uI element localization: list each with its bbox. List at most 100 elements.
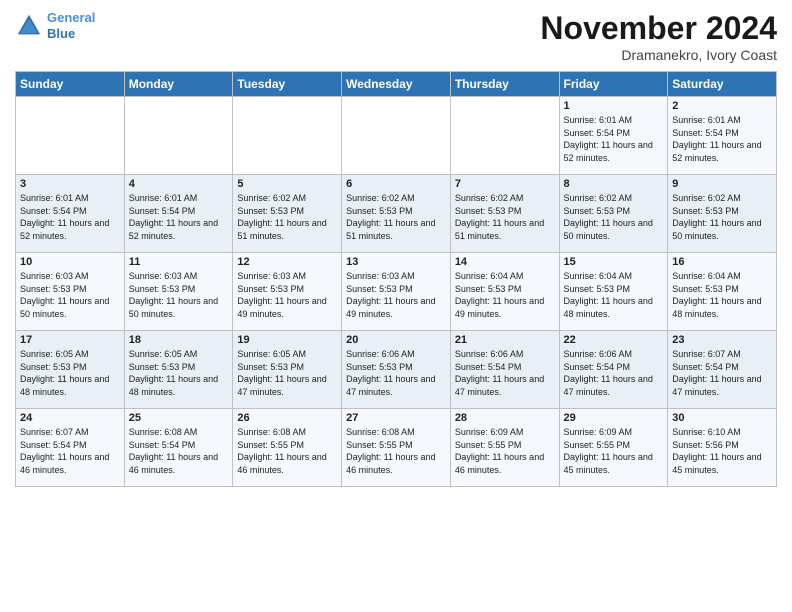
calendar-week-3: 10 Sunrise: 6:03 AM Sunset: 5:53 PM Dayl… [16,253,777,331]
calendar-cell: 2 Sunrise: 6:01 AM Sunset: 5:54 PM Dayli… [668,97,777,175]
calendar-cell: 29 Sunrise: 6:09 AM Sunset: 5:55 PM Dayl… [559,409,668,487]
day-info: Sunrise: 6:01 AM Sunset: 5:54 PM Dayligh… [129,192,229,242]
calendar-cell: 8 Sunrise: 6:02 AM Sunset: 5:53 PM Dayli… [559,175,668,253]
calendar-cell: 21 Sunrise: 6:06 AM Sunset: 5:54 PM Dayl… [450,331,559,409]
calendar-cell [342,97,451,175]
subtitle: Dramanekro, Ivory Coast [540,47,777,63]
day-number: 21 [455,334,555,346]
day-info: Sunrise: 6:04 AM Sunset: 5:53 PM Dayligh… [455,270,555,320]
day-info: Sunrise: 6:09 AM Sunset: 5:55 PM Dayligh… [564,426,664,476]
day-number: 12 [237,256,337,268]
calendar-week-4: 17 Sunrise: 6:05 AM Sunset: 5:53 PM Dayl… [16,331,777,409]
calendar-cell: 18 Sunrise: 6:05 AM Sunset: 5:53 PM Dayl… [124,331,233,409]
calendar-cell: 7 Sunrise: 6:02 AM Sunset: 5:53 PM Dayli… [450,175,559,253]
calendar-cell: 14 Sunrise: 6:04 AM Sunset: 5:53 PM Dayl… [450,253,559,331]
day-info: Sunrise: 6:01 AM Sunset: 5:54 PM Dayligh… [564,114,664,164]
day-info: Sunrise: 6:07 AM Sunset: 5:54 PM Dayligh… [672,348,772,398]
calendar-cell: 6 Sunrise: 6:02 AM Sunset: 5:53 PM Dayli… [342,175,451,253]
day-info: Sunrise: 6:05 AM Sunset: 5:53 PM Dayligh… [20,348,120,398]
day-number: 24 [20,412,120,424]
calendar-week-2: 3 Sunrise: 6:01 AM Sunset: 5:54 PM Dayli… [16,175,777,253]
day-info: Sunrise: 6:05 AM Sunset: 5:53 PM Dayligh… [129,348,229,398]
logo-line2: Blue [47,26,75,41]
calendar-cell: 28 Sunrise: 6:09 AM Sunset: 5:55 PM Dayl… [450,409,559,487]
calendar-cell: 16 Sunrise: 6:04 AM Sunset: 5:53 PM Dayl… [668,253,777,331]
day-info: Sunrise: 6:03 AM Sunset: 5:53 PM Dayligh… [346,270,446,320]
day-number: 25 [129,412,229,424]
day-number: 18 [129,334,229,346]
month-title: November 2024 [540,10,777,47]
col-sunday: Sunday [16,72,125,97]
day-info: Sunrise: 6:02 AM Sunset: 5:53 PM Dayligh… [455,192,555,242]
day-info: Sunrise: 6:06 AM Sunset: 5:54 PM Dayligh… [564,348,664,398]
day-info: Sunrise: 6:10 AM Sunset: 5:56 PM Dayligh… [672,426,772,476]
calendar-cell: 9 Sunrise: 6:02 AM Sunset: 5:53 PM Dayli… [668,175,777,253]
day-number: 10 [20,256,120,268]
day-info: Sunrise: 6:01 AM Sunset: 5:54 PM Dayligh… [672,114,772,164]
calendar-cell: 24 Sunrise: 6:07 AM Sunset: 5:54 PM Dayl… [16,409,125,487]
day-number: 3 [20,178,120,190]
day-info: Sunrise: 6:01 AM Sunset: 5:54 PM Dayligh… [20,192,120,242]
calendar-week-5: 24 Sunrise: 6:07 AM Sunset: 5:54 PM Dayl… [16,409,777,487]
day-info: Sunrise: 6:04 AM Sunset: 5:53 PM Dayligh… [564,270,664,320]
calendar-cell: 3 Sunrise: 6:01 AM Sunset: 5:54 PM Dayli… [16,175,125,253]
logo-text: General Blue [47,10,95,41]
day-number: 11 [129,256,229,268]
header: General Blue November 2024 Dramanekro, I… [15,10,777,63]
day-info: Sunrise: 6:03 AM Sunset: 5:53 PM Dayligh… [237,270,337,320]
day-number: 9 [672,178,772,190]
calendar-cell [233,97,342,175]
day-number: 8 [564,178,664,190]
calendar-cell: 26 Sunrise: 6:08 AM Sunset: 5:55 PM Dayl… [233,409,342,487]
day-number: 30 [672,412,772,424]
calendar-cell: 30 Sunrise: 6:10 AM Sunset: 5:56 PM Dayl… [668,409,777,487]
day-info: Sunrise: 6:06 AM Sunset: 5:54 PM Dayligh… [455,348,555,398]
calendar-week-1: 1 Sunrise: 6:01 AM Sunset: 5:54 PM Dayli… [16,97,777,175]
day-number: 1 [564,100,664,112]
calendar-cell: 1 Sunrise: 6:01 AM Sunset: 5:54 PM Dayli… [559,97,668,175]
day-number: 26 [237,412,337,424]
day-info: Sunrise: 6:03 AM Sunset: 5:53 PM Dayligh… [129,270,229,320]
day-info: Sunrise: 6:09 AM Sunset: 5:55 PM Dayligh… [455,426,555,476]
col-wednesday: Wednesday [342,72,451,97]
day-number: 23 [672,334,772,346]
calendar-cell: 27 Sunrise: 6:08 AM Sunset: 5:55 PM Dayl… [342,409,451,487]
col-thursday: Thursday [450,72,559,97]
day-number: 28 [455,412,555,424]
day-number: 14 [455,256,555,268]
day-info: Sunrise: 6:08 AM Sunset: 5:54 PM Dayligh… [129,426,229,476]
calendar-cell: 10 Sunrise: 6:03 AM Sunset: 5:53 PM Dayl… [16,253,125,331]
calendar-cell [16,97,125,175]
day-number: 15 [564,256,664,268]
calendar-table: Sunday Monday Tuesday Wednesday Thursday… [15,71,777,487]
day-number: 22 [564,334,664,346]
day-number: 20 [346,334,446,346]
calendar-cell: 23 Sunrise: 6:07 AM Sunset: 5:54 PM Dayl… [668,331,777,409]
calendar-cell: 17 Sunrise: 6:05 AM Sunset: 5:53 PM Dayl… [16,331,125,409]
day-number: 19 [237,334,337,346]
header-row: Sunday Monday Tuesday Wednesday Thursday… [16,72,777,97]
day-info: Sunrise: 6:02 AM Sunset: 5:53 PM Dayligh… [237,192,337,242]
day-number: 29 [564,412,664,424]
day-number: 13 [346,256,446,268]
day-number: 2 [672,100,772,112]
calendar-cell: 11 Sunrise: 6:03 AM Sunset: 5:53 PM Dayl… [124,253,233,331]
calendar-cell: 4 Sunrise: 6:01 AM Sunset: 5:54 PM Dayli… [124,175,233,253]
calendar-cell: 5 Sunrise: 6:02 AM Sunset: 5:53 PM Dayli… [233,175,342,253]
day-info: Sunrise: 6:02 AM Sunset: 5:53 PM Dayligh… [346,192,446,242]
logo-line1: General [47,10,95,25]
day-number: 6 [346,178,446,190]
day-info: Sunrise: 6:02 AM Sunset: 5:53 PM Dayligh… [672,192,772,242]
page: General Blue November 2024 Dramanekro, I… [0,0,792,497]
calendar-cell: 22 Sunrise: 6:06 AM Sunset: 5:54 PM Dayl… [559,331,668,409]
day-number: 17 [20,334,120,346]
calendar-cell [450,97,559,175]
day-number: 4 [129,178,229,190]
calendar-cell: 15 Sunrise: 6:04 AM Sunset: 5:53 PM Dayl… [559,253,668,331]
day-info: Sunrise: 6:06 AM Sunset: 5:53 PM Dayligh… [346,348,446,398]
day-number: 7 [455,178,555,190]
logo: General Blue [15,10,95,41]
day-info: Sunrise: 6:03 AM Sunset: 5:53 PM Dayligh… [20,270,120,320]
day-number: 16 [672,256,772,268]
logo-icon [15,12,43,40]
